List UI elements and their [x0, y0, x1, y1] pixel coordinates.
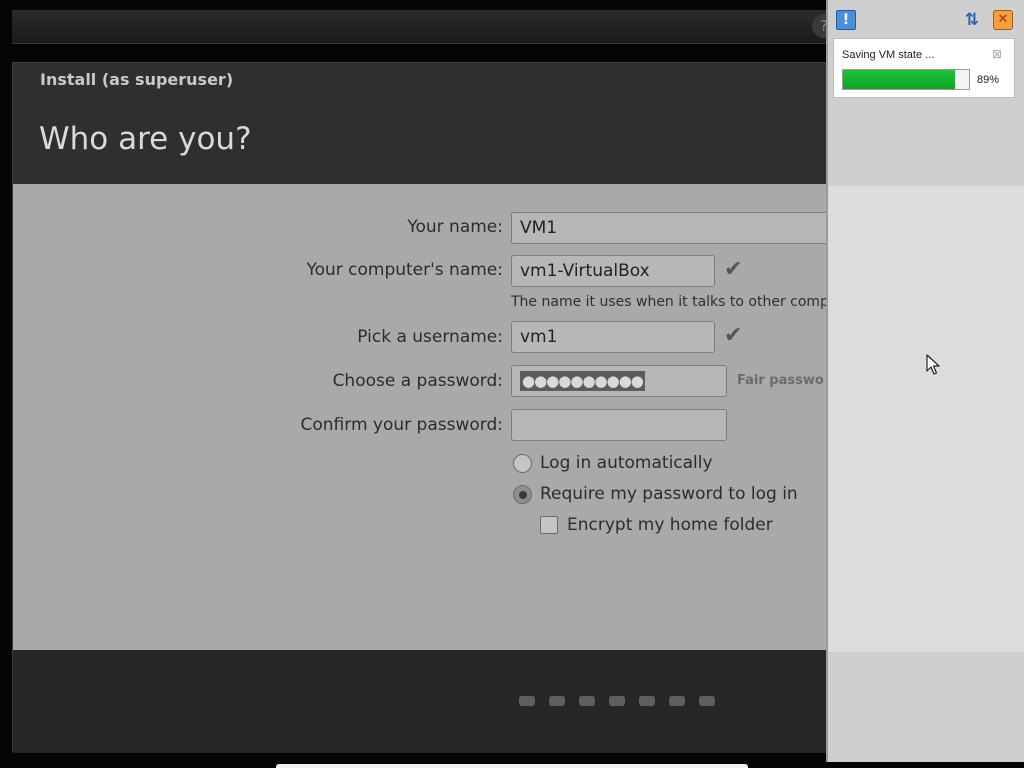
- saving-progress-bar: [842, 69, 970, 90]
- install-step-indicator: [519, 696, 715, 706]
- auto-login-label: Log in automatically: [540, 453, 713, 473]
- step-dot: [519, 696, 535, 706]
- mouse-cursor-icon: [926, 354, 940, 375]
- your-name-input[interactable]: VM1: [511, 212, 841, 244]
- step-dot: [549, 696, 565, 706]
- step-dot: [609, 696, 625, 706]
- encrypt-home-option[interactable]: Encrypt my home folder: [540, 515, 773, 535]
- host-bottom-edge: [276, 764, 748, 768]
- saving-vm-notification: Saving VM state ... ⊠ 89%: [833, 38, 1015, 98]
- step-dot: [579, 696, 595, 706]
- auto-login-radio[interactable]: [513, 453, 532, 473]
- password-strength-label: Fair passwo: [737, 373, 824, 388]
- username-input[interactable]: vm1: [511, 321, 715, 353]
- step-dot: [699, 696, 715, 706]
- window-title: Install (as superuser): [40, 70, 234, 89]
- your-name-label: Your name:: [407, 217, 503, 237]
- virtualbox-panel-faded-area: [828, 186, 1024, 652]
- saving-progress-percent: 89%: [977, 74, 1000, 86]
- confirm-password-input[interactable]: [511, 409, 727, 441]
- encrypt-home-checkbox[interactable]: [540, 516, 558, 534]
- sort-icon[interactable]: ⇅: [962, 10, 982, 30]
- username-label: Pick a username:: [357, 327, 503, 347]
- confirm-password-label: Confirm your password:: [300, 415, 503, 435]
- username-valid-icon: ✔: [724, 323, 743, 348]
- password-masked-value: ●●●●●●●●●●: [520, 371, 645, 391]
- password-input[interactable]: ●●●●●●●●●●: [511, 365, 727, 397]
- step-dot: [639, 696, 655, 706]
- password-label: Choose a password:: [332, 371, 503, 391]
- page-title: Who are you?: [39, 121, 252, 157]
- require-password-radio[interactable]: [513, 484, 532, 504]
- notification-toolbar: ! ⇅ ✕: [826, 6, 1024, 32]
- saving-vm-text: Saving VM state ...: [842, 49, 935, 61]
- auto-login-option[interactable]: Log in automatically: [513, 453, 713, 473]
- require-password-label: Require my password to log in: [540, 484, 798, 504]
- encrypt-home-label: Encrypt my home folder: [567, 515, 773, 535]
- notification-center-icon[interactable]: !: [836, 10, 856, 30]
- computer-name-hint: The name it uses when it talks to other …: [511, 294, 838, 310]
- close-all-icon[interactable]: ✕: [993, 10, 1013, 30]
- dismiss-icon[interactable]: ⊠: [992, 48, 1002, 60]
- virtualbox-overlay: ! ⇅ ✕ Saving VM state ... ⊠ 89%: [826, 0, 1024, 768]
- saving-progress-fill: [843, 70, 956, 89]
- step-dot: [669, 696, 685, 706]
- virtualbox-side-panel: [826, 0, 1024, 762]
- computer-name-valid-icon: ✔: [724, 257, 743, 282]
- computer-name-label: Your computer's name:: [306, 260, 503, 280]
- require-password-option[interactable]: Require my password to log in: [513, 484, 798, 504]
- computer-name-input[interactable]: vm1-VirtualBox: [511, 255, 715, 287]
